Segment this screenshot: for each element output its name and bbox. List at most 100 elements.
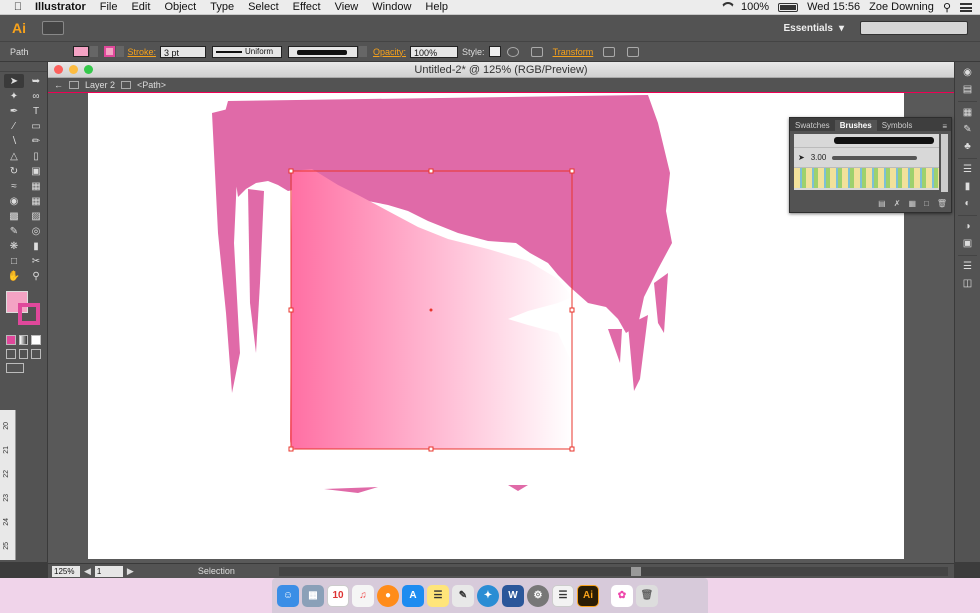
draw-normal-icon[interactable] bbox=[6, 349, 16, 359]
stroke-color-swatch[interactable] bbox=[103, 46, 115, 57]
selection-handle[interactable] bbox=[288, 307, 294, 313]
graphic-style-swatch[interactable] bbox=[488, 46, 501, 57]
trash-icon[interactable]: 🗑 bbox=[636, 584, 658, 607]
color-mode-icon[interactable] bbox=[6, 335, 16, 345]
brush-item[interactable] bbox=[794, 134, 939, 148]
stroke-swatch[interactable] bbox=[18, 303, 40, 325]
wifi-icon[interactable] bbox=[720, 2, 732, 12]
color-panel-icon[interactable]: ◉ bbox=[961, 67, 975, 79]
selection-handle[interactable] bbox=[288, 446, 294, 452]
zoom-level-field[interactable]: 125% bbox=[52, 565, 80, 577]
variable-width-profile[interactable]: Uniform bbox=[212, 45, 283, 58]
stroke-dropdown-icon[interactable] bbox=[115, 46, 124, 57]
brush-definition-preview[interactable] bbox=[288, 45, 359, 58]
fill-dropdown-icon[interactable] bbox=[89, 46, 98, 57]
opacity-input[interactable]: 100% bbox=[410, 45, 459, 58]
align-icon[interactable] bbox=[530, 46, 543, 57]
search-icon[interactable]: ⚲ bbox=[943, 1, 951, 14]
free-transform-tool-icon[interactable]: ▦ bbox=[26, 179, 46, 193]
menu-view[interactable]: View bbox=[328, 1, 366, 13]
battery-icon[interactable] bbox=[778, 2, 799, 12]
notes-icon[interactable]: ✎ bbox=[452, 584, 474, 607]
safari-icon[interactable]: ✦ bbox=[477, 584, 499, 607]
isolate-object-icon[interactable] bbox=[603, 46, 616, 57]
notification-center-icon[interactable] bbox=[960, 2, 972, 12]
artboards-panel-icon[interactable]: ◫ bbox=[961, 278, 975, 290]
clock[interactable]: Wed 15:56 bbox=[807, 1, 860, 13]
symbols-panel-icon[interactable]: ♣ bbox=[961, 141, 975, 153]
menu-app-name[interactable]: Illustrator bbox=[28, 1, 93, 13]
brushes-panel-icon[interactable]: ✎ bbox=[961, 124, 975, 136]
panel-grip[interactable] bbox=[0, 62, 47, 72]
artboard-navigation-field[interactable]: 1 bbox=[94, 565, 123, 577]
tab-symbols[interactable]: Symbols bbox=[877, 120, 918, 131]
selection-handle[interactable] bbox=[569, 446, 575, 452]
rectangle-tool-icon[interactable]: ▭ bbox=[26, 119, 46, 133]
magic-wand-tool-icon[interactable]: ✦ bbox=[4, 89, 24, 103]
transform-link[interactable]: Transform bbox=[553, 47, 594, 57]
firefox-icon[interactable]: ● bbox=[377, 584, 399, 607]
brush-item[interactable]: ➤ 3.00 bbox=[794, 148, 939, 168]
fill-color-swatch[interactable] bbox=[72, 46, 89, 57]
menu-file[interactable]: File bbox=[93, 1, 125, 13]
hand-tool-icon[interactable]: ✋ bbox=[4, 269, 24, 283]
itunes-icon[interactable]: ♫ bbox=[352, 584, 374, 607]
column-graph-tool-icon[interactable]: ▮ bbox=[26, 239, 46, 253]
perspective-grid-tool-icon[interactable]: ▦ bbox=[26, 194, 46, 208]
panel-menu-icon[interactable]: ≡ bbox=[942, 122, 951, 131]
appearance-panel-icon[interactable]: ◑ bbox=[961, 221, 975, 233]
slice-tool-icon[interactable]: ✂ bbox=[26, 254, 46, 268]
draw-behind-icon[interactable] bbox=[18, 349, 29, 359]
scale-tool-icon[interactable]: ▣ bbox=[26, 164, 46, 178]
finder-icon[interactable]: ☺ bbox=[277, 584, 299, 607]
brush-item[interactable] bbox=[794, 168, 939, 188]
transparency-panel-icon[interactable]: ◐ bbox=[961, 198, 975, 210]
reminders-icon[interactable]: ☰ bbox=[552, 584, 574, 607]
photos-icon[interactable]: ✿ bbox=[611, 584, 633, 607]
menu-help[interactable]: Help bbox=[418, 1, 455, 13]
lasso-tool-icon[interactable]: ∞ bbox=[26, 89, 46, 103]
paintbrush-tool-icon[interactable]: ∖ bbox=[4, 134, 24, 148]
color-guide-icon[interactable]: ▤ bbox=[961, 84, 975, 96]
options-icon[interactable]: ▦ bbox=[908, 199, 916, 209]
type-tool-icon[interactable]: T bbox=[26, 104, 46, 118]
stroke-weight-input[interactable]: 3 pt bbox=[160, 45, 207, 58]
pencil-tool-icon[interactable]: ✏ bbox=[26, 134, 46, 148]
menu-effect[interactable]: Effect bbox=[286, 1, 328, 13]
menu-select[interactable]: Select bbox=[241, 1, 286, 13]
opacity-label[interactable]: Opacity: bbox=[373, 47, 406, 57]
rotate-tool-icon[interactable]: ↻ bbox=[4, 164, 24, 178]
artboard[interactable] bbox=[88, 93, 904, 559]
gradient-panel-icon[interactable]: ▮ bbox=[961, 181, 975, 193]
stickies-icon[interactable]: ☰ bbox=[427, 584, 449, 607]
gradient-mode-icon[interactable] bbox=[18, 335, 29, 345]
stroke-panel-icon[interactable]: ☰ bbox=[961, 164, 975, 176]
status-current-tool[interactable]: Selection bbox=[198, 566, 235, 576]
app-store-icon[interactable]: A bbox=[402, 584, 424, 607]
user-name[interactable]: Zoe Downing bbox=[869, 1, 934, 13]
swatches-panel-icon[interactable]: ▦ bbox=[961, 107, 975, 119]
document-title-bar[interactable]: Untitled-2* @ 125% (RGB/Preview) bbox=[48, 62, 954, 78]
artboard-tool-icon[interactable]: □ bbox=[4, 254, 24, 268]
screen-mode-icon[interactable] bbox=[6, 363, 24, 373]
menu-object[interactable]: Object bbox=[157, 1, 203, 13]
next-artboard-icon[interactable]: ▶ bbox=[127, 566, 134, 577]
symbol-sprayer-tool-icon[interactable]: ❋ bbox=[4, 239, 24, 253]
panel-menu-icon[interactable] bbox=[627, 46, 640, 57]
back-arrow-icon[interactable]: ← bbox=[54, 80, 63, 90]
apple-icon[interactable]:  bbox=[8, 1, 28, 13]
shaper-tool-icon[interactable]: △ bbox=[4, 149, 24, 163]
menu-type[interactable]: Type bbox=[203, 1, 241, 13]
eraser-tool-icon[interactable]: ▯ bbox=[26, 149, 46, 163]
previous-artboard-icon[interactable]: ◀ bbox=[84, 566, 91, 577]
zoom-tool-icon[interactable]: ⚲ bbox=[26, 269, 46, 283]
blend-tool-icon[interactable]: ◎ bbox=[26, 224, 46, 238]
width-tool-icon[interactable]: ≈ bbox=[4, 179, 24, 193]
arrange-documents-icon[interactable] bbox=[42, 21, 64, 35]
none-mode-icon[interactable] bbox=[31, 335, 42, 345]
breadcrumb-object[interactable]: <Path> bbox=[137, 80, 166, 90]
remove-stroke-icon[interactable]: ✗ bbox=[894, 199, 901, 209]
direct-selection-tool-icon[interactable]: ➥ bbox=[26, 74, 46, 88]
breadcrumb-layer[interactable]: Layer 2 bbox=[85, 80, 115, 90]
selection-handle[interactable] bbox=[569, 168, 575, 174]
